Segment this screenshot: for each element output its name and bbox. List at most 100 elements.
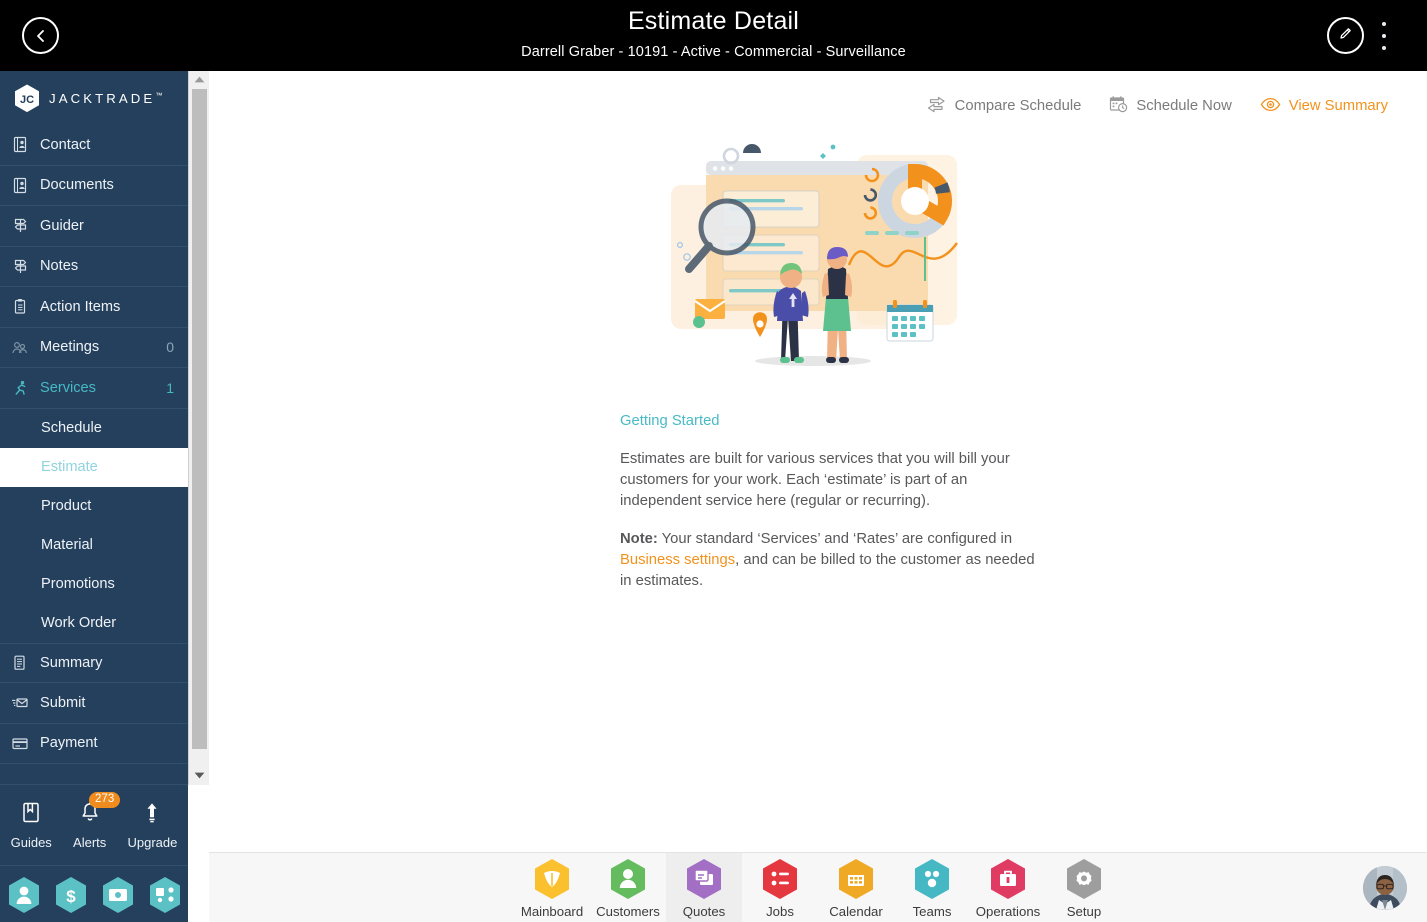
bottom-nav-mainboard[interactable]: Mainboard [514, 853, 590, 922]
meetings-icon [0, 339, 40, 356]
contact-card-icon [0, 136, 40, 153]
operations-hex-icon [989, 858, 1027, 900]
dollar-hex-icon[interactable]: $ [54, 876, 88, 914]
sidebar-item-label: Notes [40, 258, 79, 275]
sidebar-subitem-material[interactable]: Material [0, 526, 188, 565]
sidebar-quick-actions: $ [0, 867, 188, 922]
compare-schedule-button[interactable]: Compare Schedule [926, 96, 1082, 117]
book-icon [20, 801, 42, 830]
bottom-nav-quotes[interactable]: Quotes [666, 853, 742, 922]
sidebar-subitem-label: Work Order [41, 615, 117, 631]
sidebar-item-guider[interactable]: Guider [0, 206, 188, 247]
payment-card-icon [0, 735, 40, 752]
content-action-bar: Compare Schedule Schedule Now View Summa… [926, 95, 1388, 117]
bottom-nav-operations[interactable]: Operations [970, 853, 1046, 922]
setup-hex-icon [1065, 858, 1103, 900]
sidebar-scrollbar[interactable] [188, 71, 209, 785]
header-title-group: Estimate Detail Darrell Graber - 10191 -… [0, 0, 1427, 61]
bottom-nav-setup[interactable]: Setup [1046, 853, 1122, 922]
sidebar-item-label: Documents [40, 177, 114, 194]
sidebar-item-summary[interactable]: Summary [0, 642, 188, 683]
guides-button[interactable]: Guides [11, 801, 52, 850]
view-summary-button[interactable]: View Summary [1260, 97, 1388, 116]
scrollbar-thumb[interactable] [192, 89, 207, 749]
alerts-badge: 273 [89, 791, 121, 809]
summary-icon [0, 654, 40, 671]
sidebar-item-label: Contact [40, 136, 91, 153]
scroll-up-arrow-icon[interactable] [189, 71, 209, 87]
user-avatar[interactable] [1363, 866, 1407, 910]
signpost-icon [0, 258, 40, 275]
sidebar-item-count: 0 [166, 339, 174, 356]
sidebar-subitem-promotions[interactable]: Promotions [0, 565, 188, 604]
sidebar-subitem-estimate[interactable]: Estimate [0, 447, 188, 487]
svg-text:$: $ [66, 887, 76, 906]
network-hex-icon[interactable] [148, 876, 182, 914]
page-subtitle: Darrell Graber - 10191 - Active - Commer… [521, 44, 906, 60]
person-hex-icon[interactable] [7, 876, 41, 914]
sidebar-subitem-label: Product [41, 498, 92, 514]
bottom-nav-label: Quotes [682, 903, 726, 919]
sidebar-subitem-product[interactable]: Product [0, 487, 188, 526]
alerts-button[interactable]: 273 Alerts [73, 791, 121, 850]
bottom-nav: Mainboard Customers Quotes Jobs Calendar… [209, 853, 1427, 922]
edit-button[interactable] [1327, 17, 1364, 54]
clipboard-icon [0, 298, 40, 315]
sidebar-subitem-schedule[interactable]: Schedule [0, 409, 188, 448]
mainboard-hex-icon [533, 858, 571, 900]
sidebar-item-meetings[interactable]: Meetings 0 [0, 328, 188, 368]
sidebar-subitem-label: Schedule [41, 420, 102, 436]
compare-schedule-label: Compare Schedule [954, 98, 1082, 114]
kebab-menu-icon[interactable] [1374, 19, 1394, 53]
alerts-label: Alerts [73, 834, 107, 850]
sidebar-item-submit[interactable]: Submit [0, 683, 188, 724]
sidebar-subitem-label: Material [41, 537, 93, 553]
brand-name: JACKTRADE™ [49, 90, 163, 106]
sidebar-item-label: Action Items [40, 298, 121, 315]
app-root: Estimate Detail Darrell Graber - 10191 -… [0, 0, 1427, 922]
business-settings-link[interactable]: Business settings [620, 552, 735, 568]
getting-started-heading: Getting Started [620, 413, 720, 429]
sidebar-subitem-label: Promotions [41, 576, 115, 592]
calendar-clock-icon [1109, 95, 1128, 117]
bottom-nav-label: Jobs [766, 903, 794, 919]
jobs-hex-icon [761, 858, 799, 900]
sidebar-item-notes[interactable]: Notes [0, 247, 188, 287]
sidebar-item-documents[interactable]: Documents [0, 166, 188, 206]
bottom-nav-jobs[interactable]: Jobs [742, 853, 818, 922]
pencil-icon [1337, 25, 1354, 47]
upgrade-button[interactable]: Upgrade [127, 801, 177, 850]
bottom-bar: Mainboard Customers Quotes Jobs Calendar… [209, 852, 1427, 922]
money-hex-icon[interactable] [101, 876, 135, 914]
upload-arrow-icon [141, 801, 163, 830]
bottom-nav-label: Mainboard [520, 903, 584, 919]
bottom-nav-calendar[interactable]: Calendar [818, 853, 894, 922]
sidebar-item-count: 1 [166, 379, 174, 396]
view-summary-label: View Summary [1288, 98, 1388, 114]
guides-label: Guides [10, 834, 52, 850]
sidebar-item-contact[interactable]: Contact [0, 125, 188, 166]
bottom-nav-label: Customers [596, 903, 660, 919]
sidebar-subitem-work-order[interactable]: Work Order [0, 604, 188, 643]
bottom-nav-label: Operations [975, 903, 1041, 919]
schedule-now-button[interactable]: Schedule Now [1109, 95, 1232, 117]
sidebar-item-label: Payment [40, 735, 98, 752]
sidebar-item-payment[interactable]: Payment [0, 724, 188, 764]
sidebar-nav-scroll: Contact Documents Guider Notes Action It… [0, 125, 188, 784]
getting-started-block: Getting Started Estimates are built for … [620, 413, 1040, 609]
sidebar-item-label: Submit [40, 694, 86, 711]
sidebar-item-services[interactable]: Services 1 [0, 368, 188, 409]
sidebar-item-label: Meetings [40, 339, 100, 356]
top-header-bar: Estimate Detail Darrell Graber - 10191 -… [0, 0, 1427, 71]
compare-arrows-icon [926, 96, 947, 117]
sidebar-tools: Guides 273 Alerts Upgrade [0, 784, 188, 866]
calendar-hex-icon [837, 858, 875, 900]
scroll-down-arrow-icon[interactable] [189, 767, 210, 783]
brand-logo[interactable]: JC JACKTRADE™ [0, 71, 188, 125]
analytics-people-illustration [661, 139, 981, 379]
bottom-nav-teams[interactable]: Teams [894, 853, 970, 922]
bottom-nav-customers[interactable]: Customers [590, 853, 666, 922]
services-icon [0, 379, 40, 396]
sidebar-item-action-items[interactable]: Action Items [0, 287, 188, 328]
signpost-icon [0, 217, 40, 234]
